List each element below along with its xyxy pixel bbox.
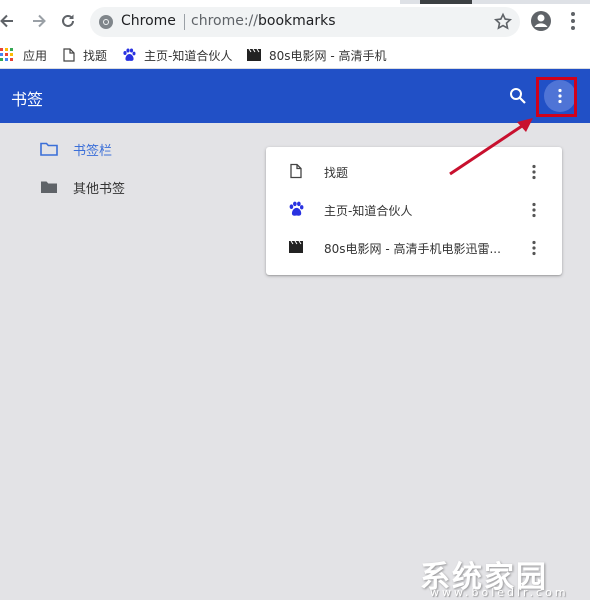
- list-item-title: 主页-知道合伙人: [324, 204, 413, 218]
- site-label: Chrome: [121, 13, 176, 29]
- page-title: 书签: [11, 90, 44, 109]
- bookmark-apps[interactable]: 应用: [0, 46, 47, 64]
- page-icon: [63, 48, 75, 62]
- baidu-paw-icon: [123, 48, 136, 61]
- bookmarks-bar: 应用 找题 主页-知道合伙人 80s电影网 - 高清手机: [0, 42, 590, 69]
- address-bar[interactable]: Chrome chrome://bookmarks: [90, 7, 520, 37]
- list-item[interactable]: 主页-知道合伙人: [266, 191, 562, 229]
- clapperboard-icon: [289, 240, 303, 253]
- reload-button[interactable]: [55, 8, 81, 34]
- tree-item-bookmarks-bar[interactable]: 书签栏: [40, 139, 112, 159]
- bookmark-label: 80s电影网 - 高清手机: [269, 48, 387, 63]
- list-item[interactable]: 80s电影网 - 高清手机电影迅雷...: [266, 229, 562, 267]
- bookmark-star-icon[interactable]: [492, 11, 514, 33]
- highlight-annotation: [536, 77, 577, 117]
- reload-icon: [62, 14, 74, 27]
- forward-arrow-icon: [33, 14, 46, 28]
- tree-item-other-bookmarks[interactable]: 其他书签: [40, 177, 125, 197]
- more-vert-icon[interactable]: [524, 200, 544, 220]
- url-path: bookmarks: [258, 13, 336, 29]
- page-icon: [290, 163, 302, 179]
- list-item-title: 80s电影网 - 高清手机电影迅雷...: [324, 242, 501, 256]
- apps-grid-icon: [0, 48, 13, 61]
- baidu-paw-icon: [289, 201, 304, 216]
- list-item-title: 找题: [324, 166, 349, 180]
- bookmark-label: 主页-知道合伙人: [144, 48, 233, 63]
- forward-button[interactable]: [26, 8, 52, 34]
- watermark-url: www.boledir.com: [430, 586, 569, 599]
- bookmark-label: 应用: [23, 48, 48, 63]
- tab[interactable]: [420, 0, 472, 4]
- omnibox-separator: [184, 14, 185, 30]
- back-button[interactable]: [0, 8, 20, 34]
- annotation-arrow-icon: [449, 118, 533, 176]
- folder-icon: [41, 181, 57, 193]
- search-icon[interactable]: [508, 86, 528, 106]
- bookmark-80s[interactable]: 80s电影网 - 高清手机: [246, 46, 386, 64]
- tab-strip: [400, 0, 590, 4]
- browser-menu-icon[interactable]: [563, 9, 583, 33]
- url-scheme: chrome://: [191, 13, 258, 29]
- bookmark-zhidao[interactable]: 主页-知道合伙人: [122, 46, 232, 64]
- bookmark-zhaoti[interactable]: 找题: [63, 46, 107, 64]
- browser-toolbar: Chrome chrome://bookmarks: [0, 0, 590, 42]
- bookmark-label: 找题: [83, 48, 108, 63]
- tree-item-label: 书签栏: [73, 143, 113, 159]
- back-arrow-icon: [0, 14, 13, 28]
- clapperboard-icon: [247, 48, 261, 61]
- profile-avatar-icon[interactable]: [529, 9, 553, 33]
- folder-outline-icon: [40, 142, 58, 156]
- tree-item-label: 其他书签: [73, 181, 126, 197]
- more-vert-icon[interactable]: [524, 238, 544, 258]
- chrome-icon: [99, 15, 113, 29]
- url-text: chrome://bookmarks: [191, 13, 336, 29]
